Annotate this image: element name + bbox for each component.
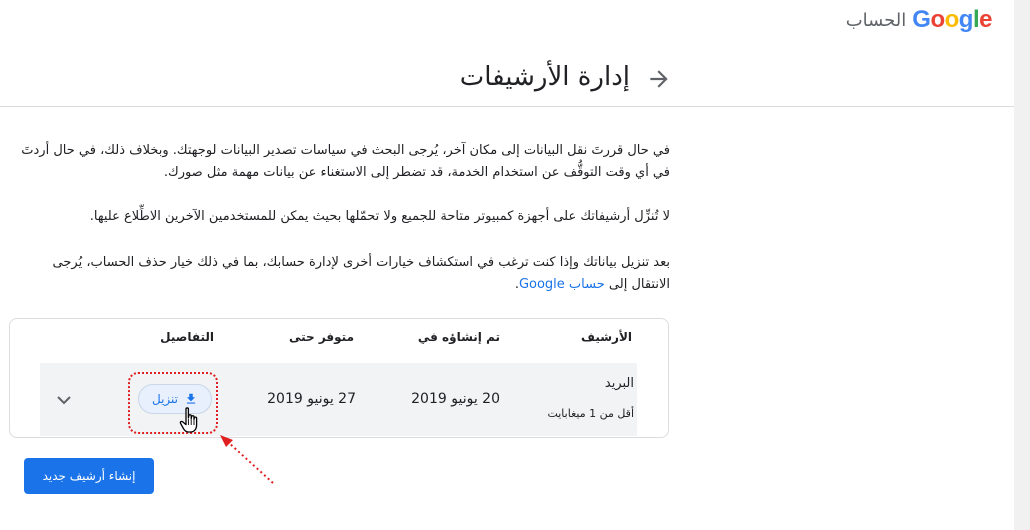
create-archive-button[interactable]: إنشاء أرشيف جديد <box>24 458 154 494</box>
column-header-details: التفاصيل <box>160 330 214 344</box>
column-header-available: متوفر حتى <box>288 330 354 344</box>
brand-header: Google الحساب <box>845 6 993 34</box>
intro-paragraph-1: في حال قررتَ نقل البيانات إلى مكان آخر، … <box>21 143 670 180</box>
archive-name: البريد <box>604 376 634 391</box>
account-label: الحساب <box>845 9 907 31</box>
scrollbar[interactable] <box>1014 0 1030 530</box>
google-account-link[interactable]: حساب Google <box>519 277 605 292</box>
column-header-created: تم إنشاؤه في <box>417 330 500 344</box>
google-logo[interactable]: Google <box>912 6 992 34</box>
arrow-forward-icon[interactable] <box>646 66 672 92</box>
page-title: إدارة الأرشيفات <box>459 62 630 92</box>
intro-paragraph-3: بعد تنزيل بياناتك وإذا كنت ترغب في استكش… <box>10 252 670 296</box>
logo-letter: g <box>958 6 974 33</box>
logo-letter: o <box>930 6 945 33</box>
logo-letter: o <box>944 6 960 33</box>
column-header-archive: الأرشيف <box>581 330 632 344</box>
download-label: تنزيل <box>152 392 179 406</box>
logo-letter: G <box>912 6 931 33</box>
chevron-down-icon[interactable] <box>54 392 74 408</box>
archive-available-date: 27 يونيو 2019 <box>267 391 356 407</box>
header-divider <box>0 106 1014 107</box>
logo-letter: e <box>979 6 992 33</box>
archive-size: أقل من 1 ميغابايت <box>547 407 634 420</box>
archive-created-date: 20 يونيو 2019 <box>411 391 500 407</box>
intro-paragraph-2: لا تُنزِّل أرشيفاتك على أجهزة كمبيوتر مت… <box>89 209 670 224</box>
hand-pointer-icon <box>179 407 198 433</box>
download-button[interactable]: تنزيل <box>138 384 212 414</box>
download-icon <box>186 393 196 404</box>
